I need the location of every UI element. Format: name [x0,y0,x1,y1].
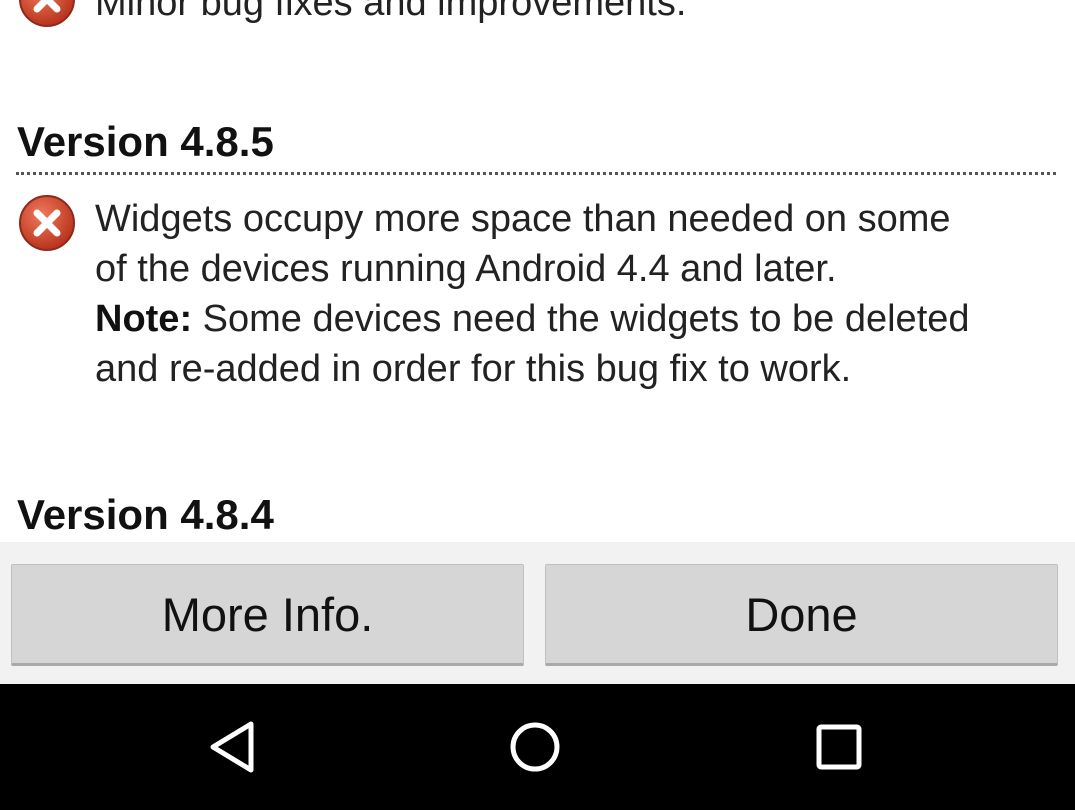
entry-line: and re-added in order for this bug fix t… [95,348,852,390]
recents-button[interactable] [804,712,874,782]
changelog-scroll-area[interactable]: Minor bug fixes and improvements. Versio… [0,0,1075,542]
back-triangle-icon [210,721,254,773]
system-navigation-bar [0,684,1075,810]
entry-note-line: Note: Some devices need the widgets to b… [95,294,1065,344]
whats-new-dialog: Minor bug fixes and improvements. Versio… [0,0,1075,810]
entry-line: of the devices running Android 4.4 and l… [95,248,837,290]
home-button[interactable] [500,712,570,782]
entry-line: Widgets occupy more space than needed on… [95,198,951,240]
recents-square-icon [816,724,862,770]
bug-fix-x-icon [19,0,75,27]
note-text: Some devices need the widgets to be dele… [192,298,970,340]
dialog-button-bar: More Info. Done [0,542,1075,684]
version-heading: Version 4.8.4 [17,491,274,538]
version-divider [16,172,1056,175]
note-label: Note: [95,298,193,340]
home-circle-icon [510,722,560,772]
changelog-entry: Widgets occupy more space than needed on… [0,194,1075,394]
bug-fix-x-icon [19,195,75,251]
done-button[interactable]: Done [545,564,1058,666]
changelog-entry-text: Widgets occupy more space than needed on… [95,194,1065,394]
more-info-button[interactable]: More Info. [11,564,524,666]
version-heading: Version 4.8.5 [17,118,274,165]
back-button[interactable] [197,712,267,782]
changelog-entry-previous: Minor bug fixes and improvements. [0,0,1075,30]
changelog-entry-text: Minor bug fixes and improvements. [95,0,687,24]
